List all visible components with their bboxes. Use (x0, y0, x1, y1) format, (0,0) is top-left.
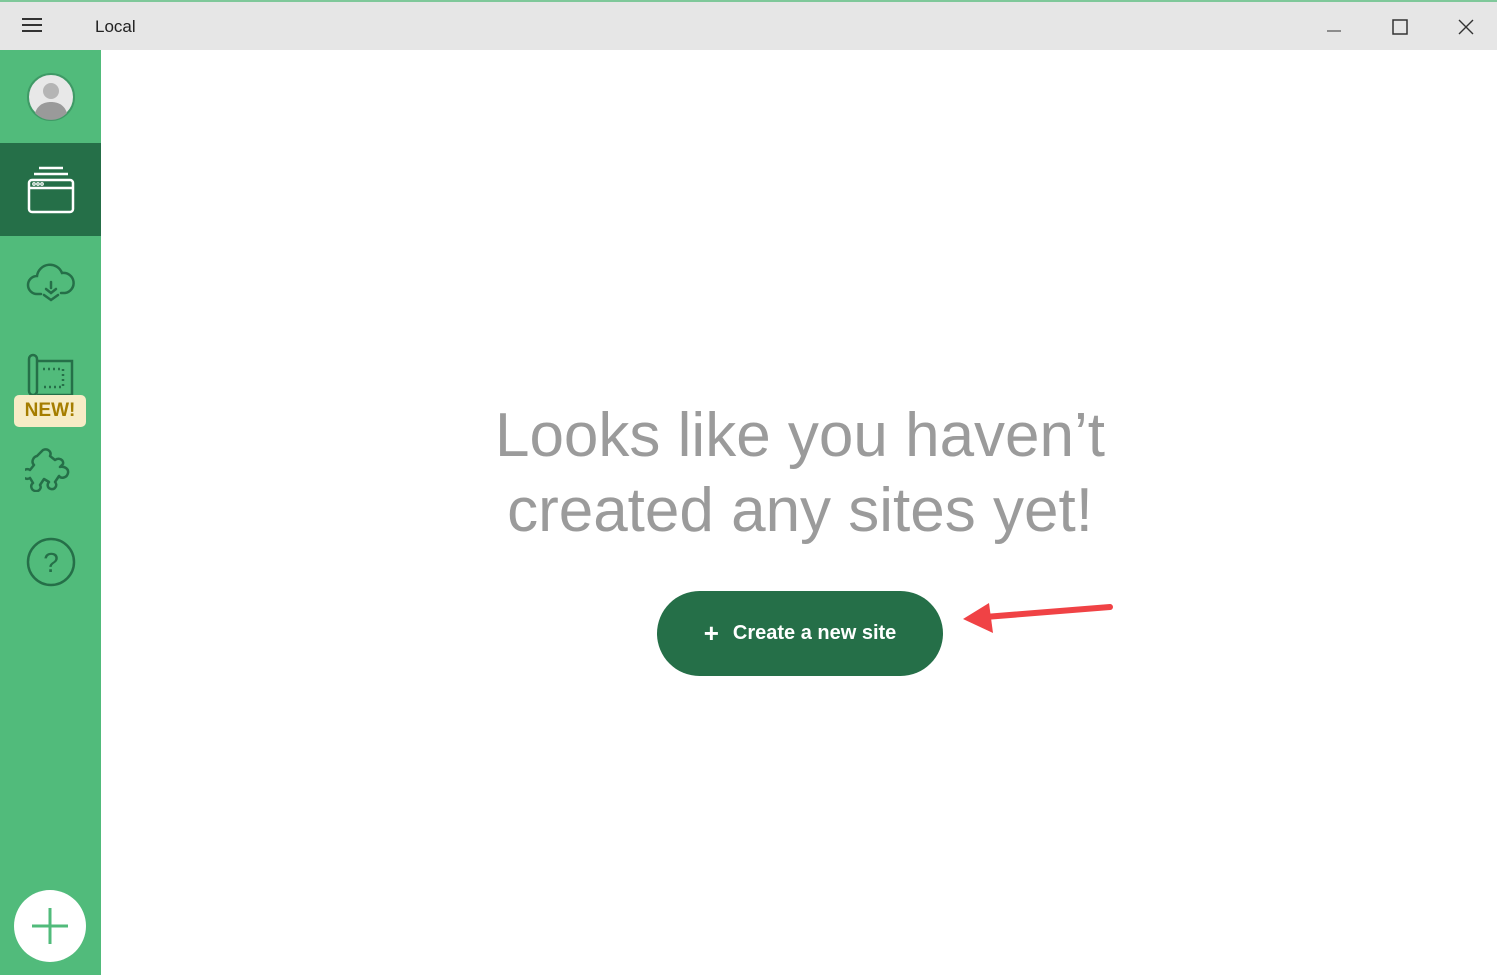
sidebar-item-addons[interactable] (0, 422, 101, 515)
menu-icon[interactable] (22, 18, 42, 34)
annotation-arrow-icon (963, 603, 1113, 633)
blueprint-icon (27, 353, 73, 396)
message-line-2: created any sites yet! (507, 476, 1093, 545)
plus-icon (32, 908, 68, 944)
empty-state-message: Looks like you haven’t created any sites… (400, 398, 1200, 548)
sidebar-item-cloud[interactable] (0, 236, 101, 329)
title-bar: Local (0, 0, 1497, 50)
maximize-button[interactable] (1380, 10, 1420, 44)
svg-text:?: ? (43, 547, 59, 578)
close-button[interactable] (1446, 10, 1486, 44)
create-button-label: Create a new site (732, 622, 897, 644)
plus-icon: + (703, 618, 719, 648)
add-site-button[interactable] (14, 890, 86, 962)
window-title: Local (95, 17, 136, 36)
message-line-1: Looks like you haven’t (494, 401, 1106, 470)
addons-puzzle-icon (24, 447, 69, 492)
help-icon: ? (26, 537, 75, 586)
sidebar-item-help[interactable]: ? (0, 515, 101, 608)
sidebar-item-sites[interactable] (0, 143, 101, 236)
minimize-button[interactable] (1314, 10, 1354, 44)
avatar[interactable] (0, 50, 101, 143)
sidebar: NEW! ? (0, 50, 101, 975)
cloud-download-icon (26, 263, 75, 302)
create-new-site-button[interactable]: + Create a new site (657, 591, 943, 676)
sites-icon (27, 166, 74, 213)
